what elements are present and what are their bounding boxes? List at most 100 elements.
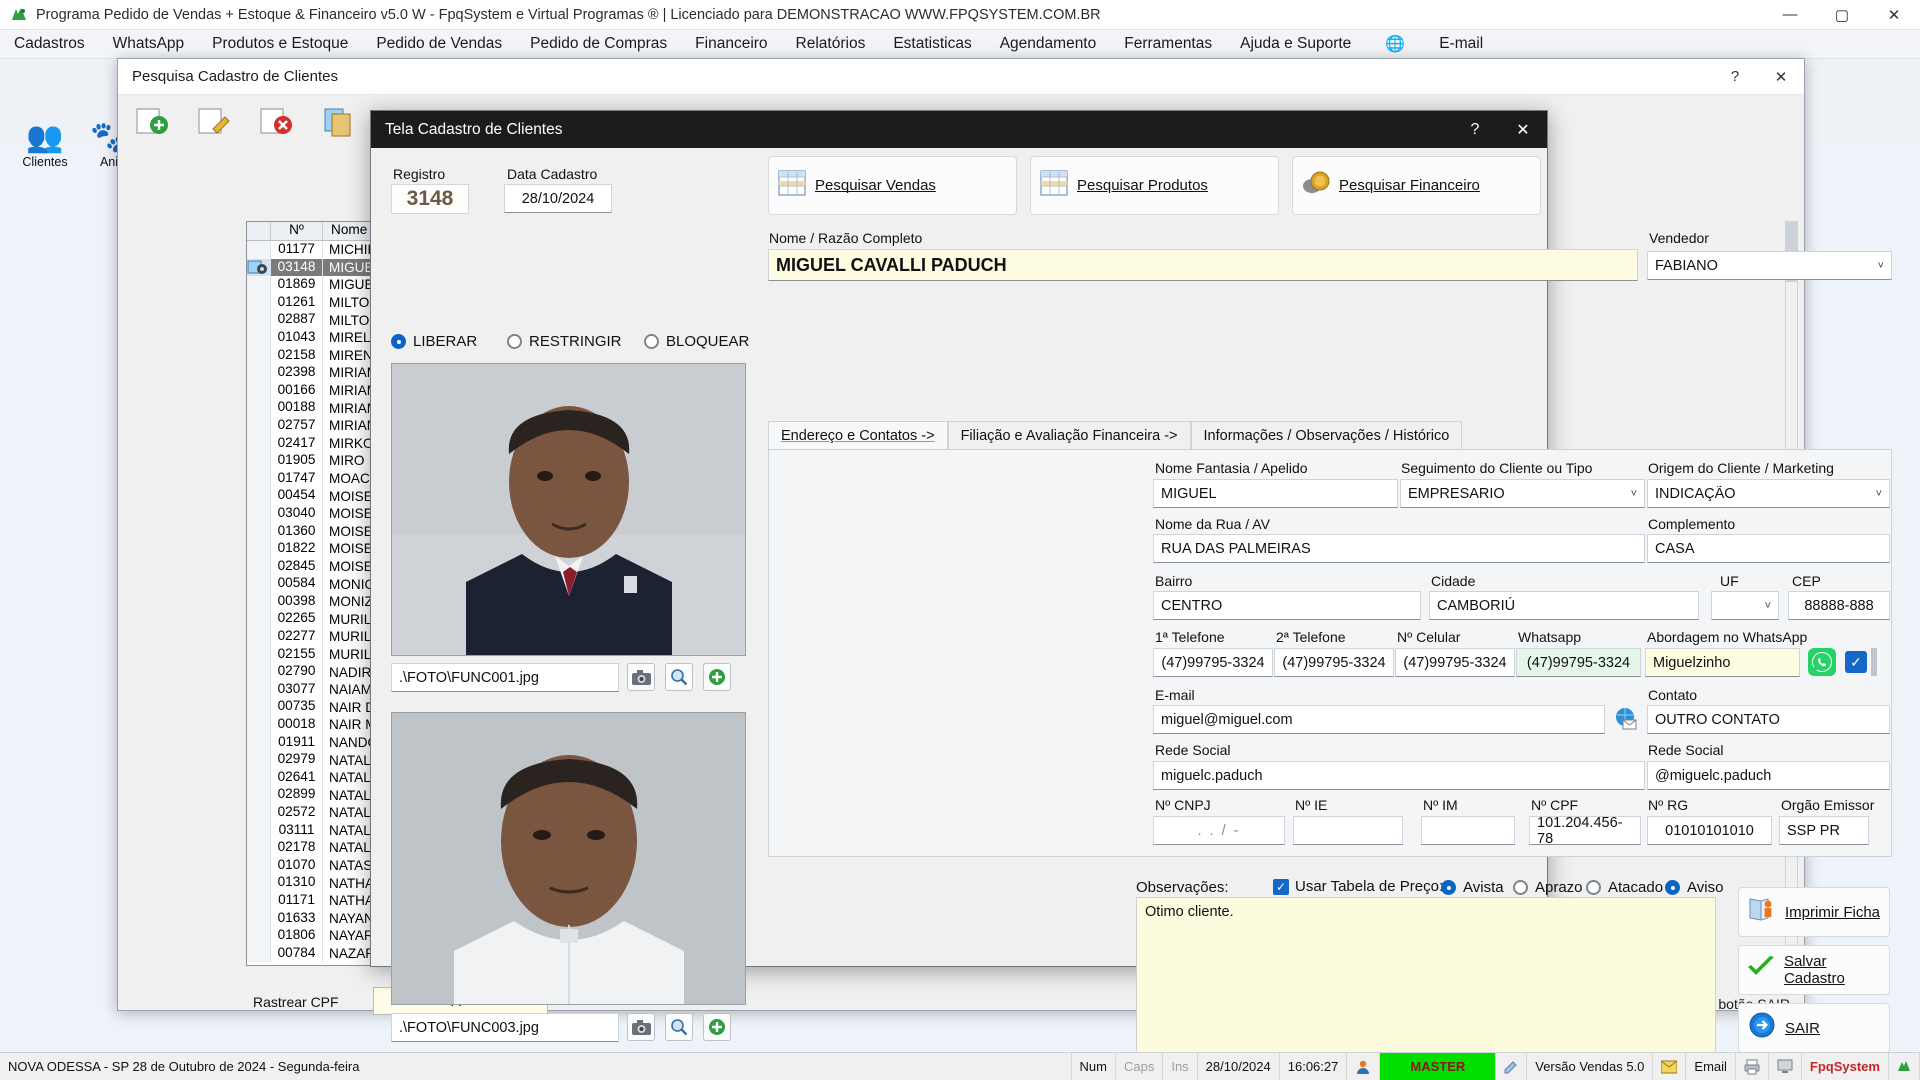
tel2-input[interactable]: (47)99795-3324	[1274, 648, 1394, 677]
status-tray-icon[interactable]	[1889, 1053, 1920, 1080]
menu-pedido-compras[interactable]: Pedido de Compras	[516, 30, 681, 59]
add-photo-button-2[interactable]	[703, 1013, 731, 1041]
nome-razao-input[interactable]: MIGUEL CAVALLI PADUCH	[768, 249, 1638, 281]
imprimir-ficha-button[interactable]: Imprimir Ficha	[1738, 887, 1890, 937]
tab-label: Informações / Observações / Histórico	[1203, 427, 1450, 444]
vendedor-select[interactable]: FABIANO ˅	[1647, 251, 1892, 280]
toolbar-clientes[interactable]: 👥 Clientes	[14, 121, 76, 169]
menu-ferramentas[interactable]: Ferramentas	[1110, 30, 1226, 59]
orgao-emissor-input[interactable]: SSP PR	[1779, 816, 1869, 845]
status-fpq-label[interactable]: FpqSystem	[1802, 1053, 1889, 1080]
menu-estatisticas[interactable]: Estatisticas	[879, 30, 985, 59]
rg-input[interactable]: 01010101010	[1647, 816, 1772, 845]
data-cadastro-input[interactable]: 28/10/2024	[504, 184, 612, 213]
bairro-input[interactable]: CENTRO	[1153, 591, 1421, 620]
pesquisar-vendas-button[interactable]: Pesquisar Vendas	[768, 156, 1017, 215]
menu-email[interactable]: E-mail	[1425, 30, 1497, 59]
rede-social-1-input[interactable]: miguelc.paduch	[1153, 761, 1645, 790]
salvar-cadastro-button[interactable]: Salvar Cadastro	[1738, 945, 1890, 995]
zoom-photo-button-1[interactable]	[665, 663, 693, 691]
nome-fantasia-input[interactable]: MIGUEL	[1153, 479, 1398, 508]
whatsapp-icon[interactable]	[1808, 648, 1836, 676]
cpf-input[interactable]: 101.204.456-78	[1529, 815, 1641, 847]
radio-restringir[interactable]: RESTRINGIR	[507, 333, 622, 350]
copy-record-button[interactable]	[314, 99, 362, 143]
ie-input[interactable]	[1293, 816, 1403, 845]
pesquisa-help-button[interactable]: ?	[1712, 59, 1758, 95]
origem-select[interactable]: INDICAÇÃO ˅	[1647, 479, 1890, 508]
row-num: 03077	[271, 680, 323, 699]
row-num: 01043	[271, 328, 323, 347]
status-email-icon[interactable]	[1653, 1053, 1687, 1080]
origem-value: INDICAÇÃO	[1655, 485, 1736, 502]
pesquisar-financeiro-button[interactable]: Pesquisar Financeiro	[1292, 156, 1541, 215]
im-input[interactable]	[1421, 816, 1515, 845]
modal-help-button[interactable]: ?	[1451, 111, 1499, 148]
rede-social-2-input[interactable]: @miguelc.paduch	[1647, 761, 1890, 790]
menu-pedido-vendas[interactable]: Pedido de Vendas	[362, 30, 516, 59]
send-email-icon[interactable]	[1612, 705, 1640, 733]
seguimento-select[interactable]: EMPRESARIO ˅	[1400, 479, 1645, 508]
help-globe-icon[interactable]: 🌐	[1365, 30, 1425, 59]
radio-bloquear[interactable]: BLOQUEAR	[644, 333, 749, 350]
menu-cadastros[interactable]: Cadastros	[0, 30, 99, 59]
maximize-button[interactable]: ▢	[1816, 0, 1868, 30]
tel1-label: 1ª Telefone	[1155, 629, 1225, 645]
observacoes-textarea[interactable]: Otimo cliente.	[1136, 897, 1716, 1055]
radio-avista[interactable]: Avista	[1441, 879, 1504, 896]
capture-photo-button-2[interactable]	[627, 1013, 655, 1041]
row-num: 02265	[271, 610, 323, 629]
menu-whatsapp[interactable]: WhatsApp	[99, 30, 199, 59]
complemento-label: Complemento	[1648, 516, 1736, 532]
zoom-photo-button-2[interactable]	[665, 1013, 693, 1041]
radio-atacado[interactable]: Atacado	[1586, 879, 1663, 896]
registro-label: Registro	[393, 166, 446, 182]
abordagem-input[interactable]: Miguelzinho	[1645, 648, 1800, 677]
delete-record-button[interactable]	[252, 99, 300, 143]
photo-2-path-input[interactable]: .\FOTO\FUNC003.jpg	[391, 1013, 619, 1042]
cidade-input[interactable]: CAMBORIÚ	[1429, 591, 1699, 620]
tab-filiacao-avaliacao[interactable]: Filiação e Avaliação Financeira ->	[947, 421, 1191, 449]
menu-ajuda-suporte[interactable]: Ajuda e Suporte	[1226, 30, 1365, 59]
status-monitor-icon[interactable]	[1769, 1053, 1802, 1080]
radio-aprazo[interactable]: Aprazo	[1513, 879, 1583, 896]
usar-tabela-preco-checkbox[interactable]: ✓ Usar Tabela de Preço:	[1273, 878, 1443, 895]
checkbox-box: ✓	[1273, 878, 1289, 895]
tab-endereco-contatos[interactable]: Endereço e Contatos ->	[768, 421, 948, 449]
minimize-button[interactable]: —	[1764, 0, 1816, 30]
add-record-button[interactable]	[128, 99, 176, 143]
modal-close-button[interactable]: ✕	[1499, 111, 1547, 148]
menu-agendamento[interactable]: Agendamento	[986, 30, 1111, 59]
rua-input[interactable]: RUA DAS PALMEIRAS	[1153, 534, 1645, 563]
row-num: 02887	[271, 311, 323, 329]
celular-input[interactable]: (47)99795-3324	[1395, 648, 1515, 677]
cnpj-input[interactable]: . . / -	[1153, 816, 1285, 845]
capture-photo-button-1[interactable]	[627, 663, 655, 691]
radio-aviso[interactable]: Aviso	[1665, 879, 1723, 896]
whatsapp-enabled-checkbox[interactable]: ✓	[1845, 651, 1867, 673]
row-marker	[247, 276, 271, 294]
status-email-label[interactable]: Email	[1686, 1053, 1736, 1080]
uf-select[interactable]: ˅	[1711, 591, 1779, 620]
edit-record-button[interactable]	[190, 99, 238, 143]
menu-produtos-estoque[interactable]: Produtos e Estoque	[198, 30, 362, 59]
sair-button[interactable]: SAIR	[1738, 1003, 1890, 1053]
cep-input[interactable]: 88888-888	[1788, 591, 1890, 620]
status-printer-icon[interactable]	[1736, 1053, 1769, 1080]
contato-input[interactable]: OUTRO CONTATO	[1647, 705, 1890, 734]
add-photo-button-1[interactable]	[703, 663, 731, 691]
row-marker	[247, 610, 271, 629]
menu-label: Ferramentas	[1124, 35, 1213, 52]
whatsapp-input[interactable]: (47)99795-3324	[1516, 648, 1641, 677]
complemento-input[interactable]: CASA	[1647, 534, 1890, 563]
tel1-input[interactable]: (47)99795-3324	[1153, 648, 1273, 677]
email-input[interactable]: miguel@miguel.com	[1153, 705, 1605, 734]
menu-financeiro[interactable]: Financeiro	[681, 30, 781, 59]
pesquisar-produtos-button[interactable]: Pesquisar Produtos	[1030, 156, 1279, 215]
menu-relatorios[interactable]: Relatórios	[782, 30, 880, 59]
radio-liberar[interactable]: LIBERAR	[391, 333, 477, 350]
close-button[interactable]: ✕	[1868, 0, 1920, 30]
photo-1-path-input[interactable]: .\FOTO\FUNC001.jpg	[391, 663, 619, 692]
pesquisa-close-button[interactable]: ✕	[1758, 59, 1804, 95]
tab-informacoes-historico[interactable]: Informações / Observações / Histórico	[1190, 421, 1463, 449]
